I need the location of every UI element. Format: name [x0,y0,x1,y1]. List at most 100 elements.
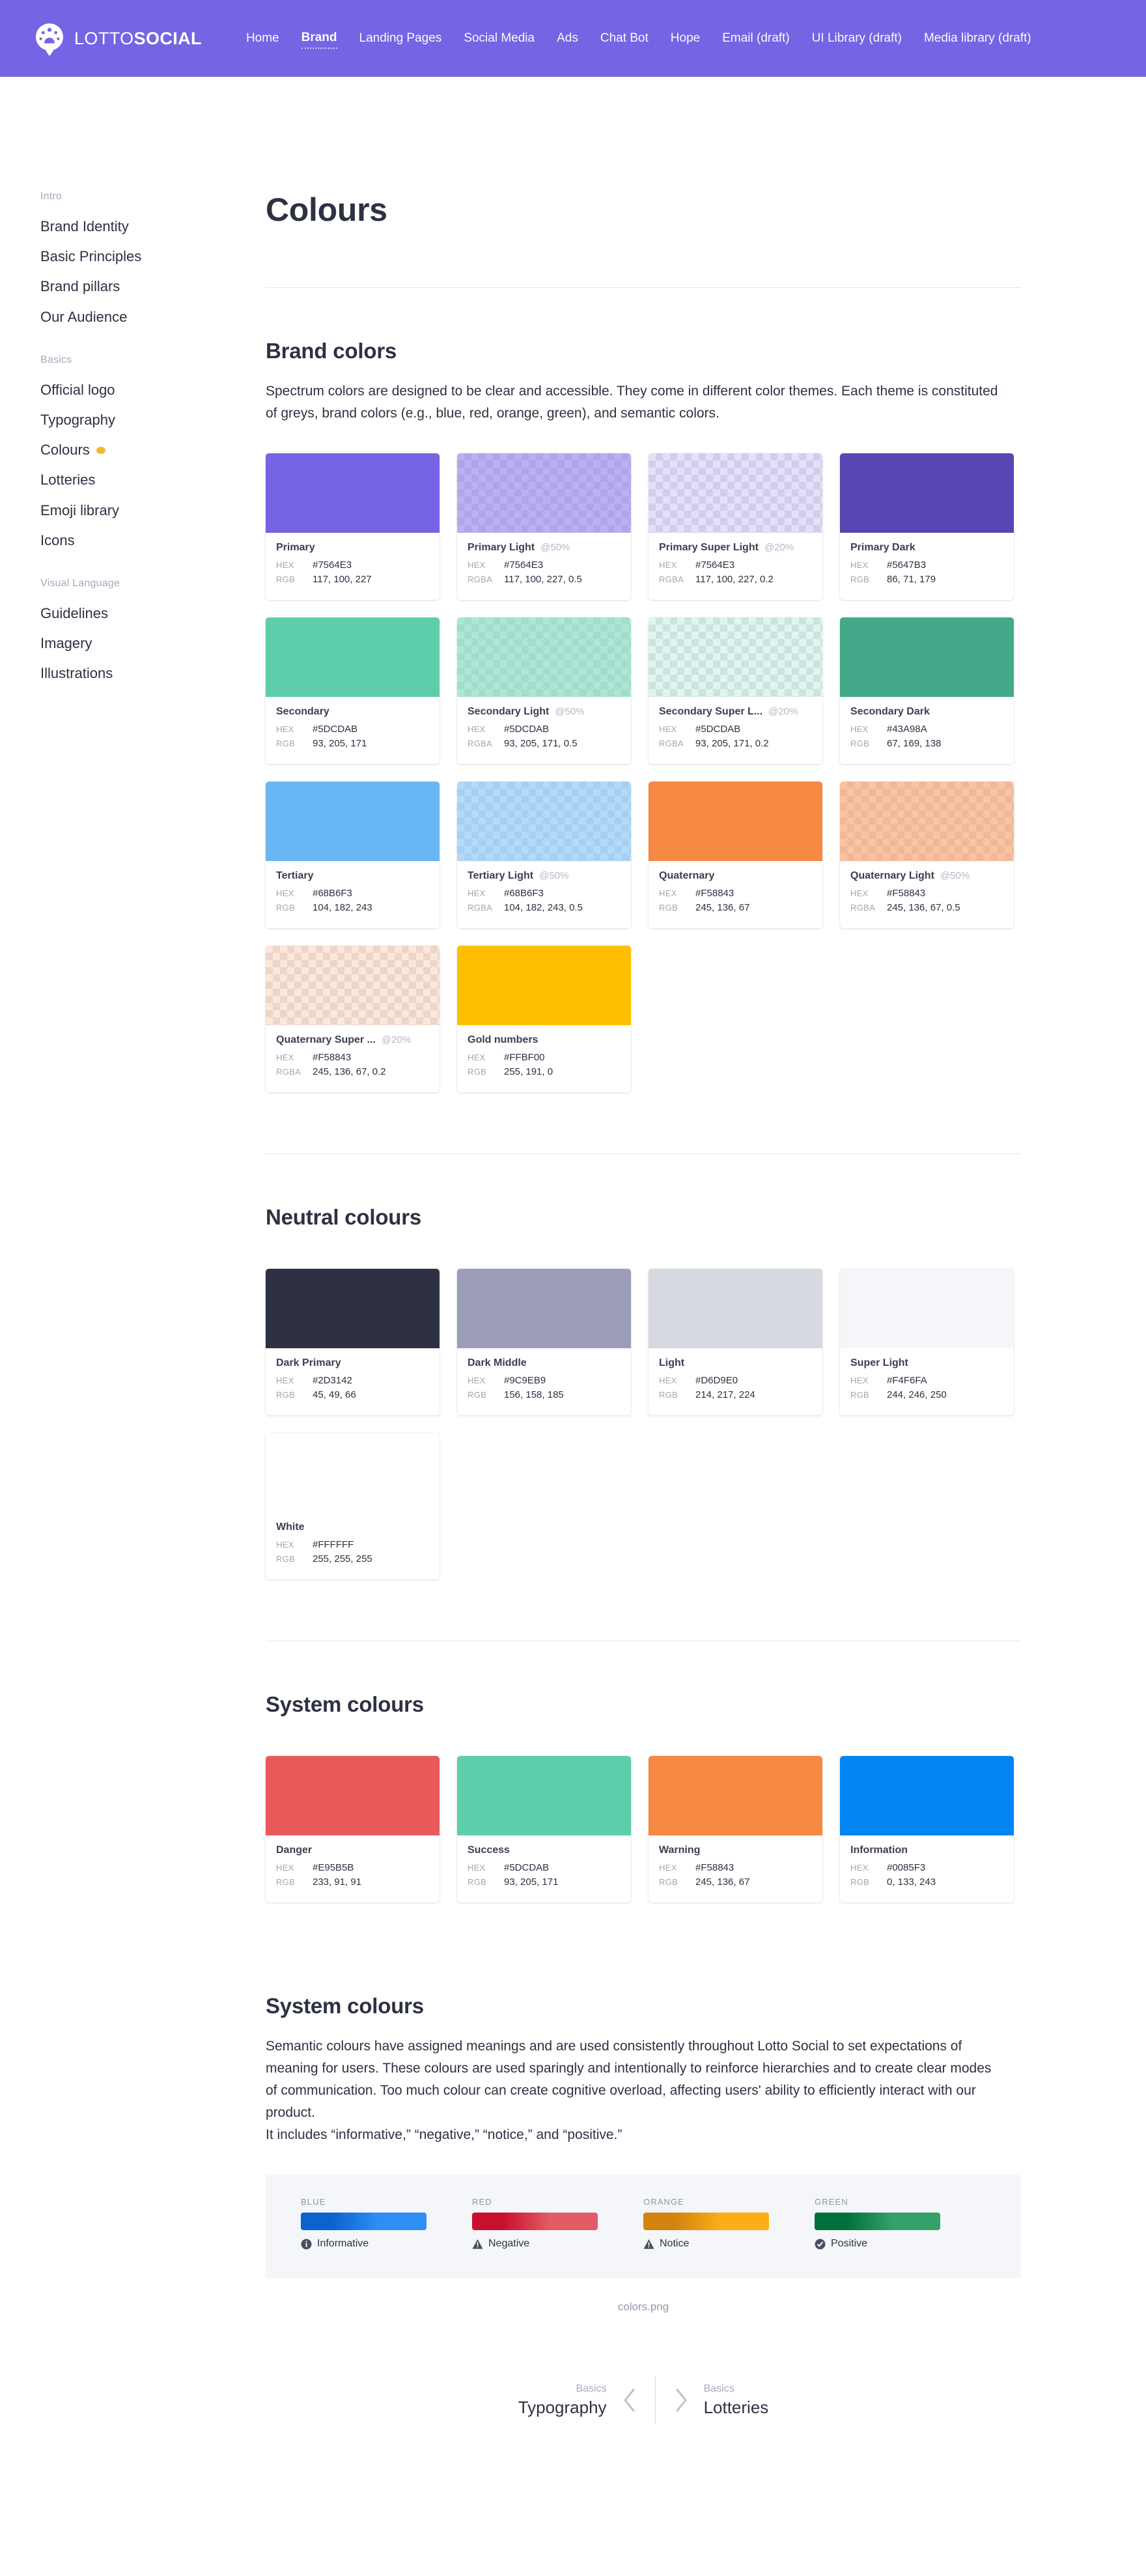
semantic-figure-column-notice: ORANGE Notice [643,2197,815,2250]
swatch-value-row: HEX #9C9EB9 [468,1375,621,1386]
swatch-value-row: RGBA 245, 136, 67, 0.5 [850,902,1003,913]
sidebar-item-colours[interactable]: Colours [40,435,266,465]
swatch-card-success[interactable]: Success HEX #5DCDAB RGB 93, 205, 171 [457,1756,631,1903]
section-title-neutral-colours: Neutral colours [266,1205,422,1230]
pager-next[interactable]: Basics Lotteries [656,2383,768,2418]
swatch-card-danger[interactable]: Danger HEX #E95B5B RGB 233, 91, 91 [266,1756,440,1903]
swatch-rgb-key: RGBA [468,739,493,749]
sidebar-item-official-logo[interactable]: Official logo [40,375,266,405]
nav-item-brand[interactable]: Brand [301,28,337,49]
brand-colors-grid: Primary HEX #7564E3 RGB 117, 100, 227 Primary… [266,453,1021,1093]
semantic-figure-color-caption: ORANGE [643,2197,684,2207]
semantic-figure-color-caption: GREEN [815,2197,848,2207]
swatch-rgb-key: RGB [276,1390,296,1400]
sidebar-item-illustrations[interactable]: Illustrations [40,658,266,688]
nav-item-ads[interactable]: Ads [557,29,578,48]
swatch-value-row: RGB 67, 169, 138 [850,738,1003,749]
swatch-card-primary-light[interactable]: Primary Light @50% HEX #7564E3 RGBA 117, 100,… [457,453,631,601]
swatch-color-chip [457,617,631,698]
nav-item-media-library-draft[interactable]: Media library (draft) [924,29,1031,48]
sidebar-group-title-visual-language: Visual Language [40,577,120,589]
swatch-card-information[interactable]: Information HEX #0085F3 RGB 0, 133, 243 [840,1756,1014,1903]
swatch-name-row: Gold numbers [468,1034,621,1046]
swatch-meta: Secondary Super L... @20% HEX #5DCDAB RGBA 93… [649,697,822,764]
sidebar-group-visual-language: Visual Language Guidelines Imagery Illus… [40,578,266,689]
swatch-hex-key: HEX [850,1376,869,1386]
pager-previous[interactable]: Basics Typography [518,2383,655,2418]
sidebar-item-typography[interactable]: Typography [40,405,266,435]
swatch-card-primary[interactable]: Primary HEX #7564E3 RGB 117, 100, 227 [266,453,440,601]
semantic-figure-label-text: Negative [488,2238,530,2250]
semantic-figure-column-positive: GREEN Positive [815,2197,986,2250]
swatch-color-chip [649,453,822,533]
swatch-meta: Warning HEX #F58843 RGB 245, 136, 67 [649,1835,822,1903]
sidebar-item-guidelines[interactable]: Guidelines [40,599,266,629]
swatch-name-row: Primary Light @50% [468,542,621,554]
swatch-rgb-key: RGB [276,574,296,585]
swatch-hex-key: HEX [468,724,486,735]
nav-item-chat-bot[interactable]: Chat Bot [600,29,649,48]
swatch-color-chip [266,1433,440,1513]
swatch-card-white[interactable]: White HEX #FFFFFF RGB 255, 255, 255 [266,1433,440,1580]
swatch-rgb-value: 93, 205, 171 [504,1876,559,1888]
sidebar-item-basic-principles[interactable]: Basic Principles [40,242,266,272]
sidebar-item-brand-pillars[interactable]: Brand pillars [40,272,266,302]
swatch-card-secondary-dark[interactable]: Secondary Dark HEX #43A98A RGB 67, 169, 138 [840,617,1014,765]
nav-item-hope[interactable]: Hope [671,29,700,48]
nav-item-home[interactable]: Home [246,29,279,48]
swatch-card-gold-numbers[interactable]: Gold numbers HEX #FFBF00 RGB 255, 191, 0 [457,946,631,1093]
swatch-card-primary-dark[interactable]: Primary Dark HEX #5647B3 RGB 86, 71, 179 [840,453,1014,601]
nav-item-email-draft[interactable]: Email (draft) [722,29,789,48]
logo-wordmark: LOTTOSOCIAL [74,29,202,49]
swatch-rgb-key: RGB [468,1390,487,1400]
sidebar-item-label: Illustrations [40,665,113,682]
swatch-hex-key: HEX [468,1053,486,1063]
swatch-hex-value: #9C9EB9 [504,1375,546,1387]
swatch-rgb-key: RGBA [276,1067,301,1077]
swatch-color-fill [840,1269,1014,1349]
swatch-color-chip [649,782,822,862]
swatch-card-tertiary[interactable]: Tertiary HEX #68B6F3 RGB 104, 182, 243 [266,782,440,929]
sidebar-item-imagery[interactable]: Imagery [40,629,266,658]
swatch-card-secondary-super-l[interactable]: Secondary Super L... @20% HEX #5DCDAB RGBA 93… [649,617,822,765]
swatch-color-fill [649,453,822,533]
nav-item-ui-library-draft[interactable]: UI Library (draft) [812,29,902,48]
neutral-colors-grid: Dark Primary HEX #2D3142 RGB 45, 49, 66 Dark … [266,1269,1021,1580]
swatch-color-fill [457,453,631,533]
swatch-card-quaternary-super[interactable]: Quaternary Super ... @20% HEX #F58843 RGBA 24… [266,946,440,1093]
swatch-value-row: HEX #5DCDAB [659,724,812,735]
swatch-card-dark-primary[interactable]: Dark Primary HEX #2D3142 RGB 45, 49, 66 [266,1269,440,1416]
swatch-card-quaternary-light[interactable]: Quaternary Light @50% HEX #F58843 RGBA 245, 1… [840,782,1014,929]
lotto-social-pin-logo-icon [31,20,68,57]
sidebar-item-our-audience[interactable]: Our Audience [40,302,266,332]
swatch-card-dark-middle[interactable]: Dark Middle HEX #9C9EB9 RGB 156, 158, 185 [457,1269,631,1416]
brand-logo[interactable]: LOTTOSOCIAL [31,20,202,57]
swatch-card-tertiary-light[interactable]: Tertiary Light @50% HEX #68B6F3 RGBA 104, 182… [457,782,631,929]
swatch-color-fill [266,617,440,698]
swatch-card-light[interactable]: Light HEX #D6D9E0 RGB 214, 217, 224 [649,1269,822,1416]
swatch-hex-key: HEX [276,1053,294,1063]
swatch-card-quaternary[interactable]: Quaternary HEX #F58843 RGB 245, 136, 67 [649,782,822,929]
swatch-hex-value: #68B6F3 [504,888,544,899]
sidebar-item-emoji-library[interactable]: Emoji library [40,496,266,526]
swatch-card-secondary[interactable]: Secondary HEX #5DCDAB RGB 93, 205, 171 [266,617,440,765]
swatch-value-row: HEX #F4F6FA [850,1375,1003,1386]
sidebar-item-icons[interactable]: Icons [40,526,266,556]
swatch-card-primary-super-light[interactable]: Primary Super Light @20% HEX #7564E3 RGBA 117… [649,453,822,601]
swatch-hex-key: HEX [276,560,294,571]
nav-item-social-media[interactable]: Social Media [464,29,535,48]
swatch-card-warning[interactable]: Warning HEX #F58843 RGB 245, 136, 67 [649,1756,822,1903]
swatch-rgb-key: RGB [850,1390,870,1400]
swatch-rgb-key: RGB [659,1390,678,1400]
swatch-card-super-light[interactable]: Super Light HEX #F4F6FA RGB 244, 246, 250 [840,1269,1014,1416]
swatch-card-secondary-light[interactable]: Secondary Light @50% HEX #5DCDAB RGBA 93, 205… [457,617,631,765]
sidebar-group-intro: Intro Brand Identity Basic Principles Br… [40,191,266,332]
swatch-name-row: Tertiary [276,870,429,882]
swatch-color-fill [266,453,440,533]
swatch-name-row: White [276,1522,429,1533]
sidebar-item-brand-identity[interactable]: Brand Identity [40,212,266,242]
swatch-color-fill [266,946,440,1026]
nav-item-landing-pages[interactable]: Landing Pages [359,29,442,48]
footer-pager: Basics Typography Basics Lotteries [266,2376,1021,2425]
sidebar-item-lotteries[interactable]: Lotteries [40,465,266,495]
